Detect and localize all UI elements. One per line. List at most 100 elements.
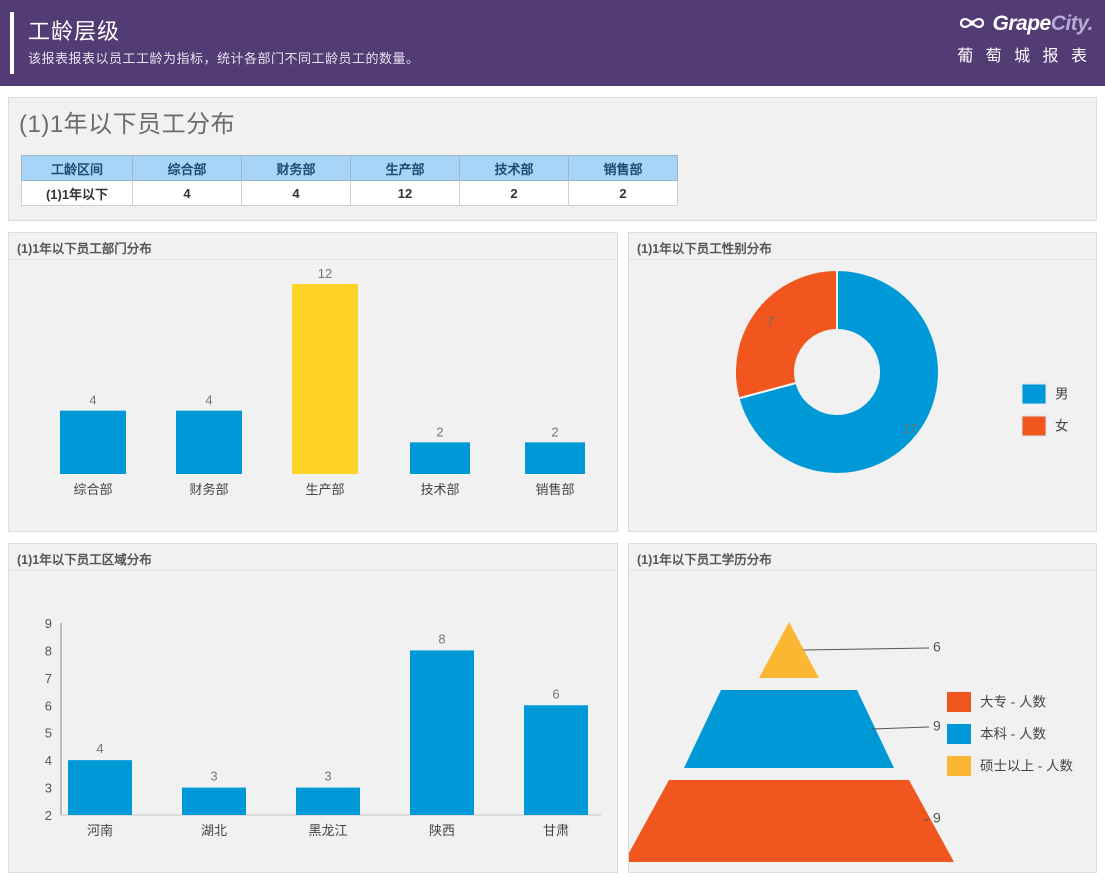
category-label: 综合部 xyxy=(73,482,112,497)
table-cell: 2 xyxy=(568,180,678,206)
bar[interactable] xyxy=(176,410,242,474)
gender-chart-panel: (1)1年以下员工性别分布 17 7 男女 xyxy=(628,232,1097,532)
region-bar-chart[interactable]: 9 8 7 6 5 4 3 2 4 河南 3 湖北 3 黑龙江 8 陕西 6 甘肃 xyxy=(9,570,617,872)
bar-value-label: 12 xyxy=(318,266,332,281)
page-title: 工龄层级 xyxy=(28,19,121,44)
legend-label: 硕士以上 - 人数 xyxy=(980,759,1073,774)
region-chart-header: (1)1年以下员工区域分布 xyxy=(9,544,617,571)
dept-chart-body: 4 综合部 4 财务部 12 生产部 2 技术部 2 销售部 xyxy=(9,259,617,531)
edu-chart-panel: (1)1年以下员工学历分布 6 9 9 大专 - 人数 本科 - 人数硕士以上 - 人数 xyxy=(628,543,1097,873)
table-cell: (1)1年以下 xyxy=(21,180,133,206)
table-header-cell: 财务部 xyxy=(241,155,351,181)
brand-logo-row: GrapeCity. xyxy=(863,10,1094,36)
gender-chart-header: (1)1年以下员工性别分布 xyxy=(629,233,1096,260)
pyramid-segment[interactable] xyxy=(684,690,894,768)
table-header-cell: 综合部 xyxy=(132,155,242,181)
legend-swatch[interactable] xyxy=(947,724,971,744)
y-axis-tick-label: 6 xyxy=(45,698,52,713)
y-axis-tick-label: 3 xyxy=(45,781,52,796)
category-label: 甘肃 xyxy=(543,823,569,838)
summary-table: 工龄区间 综合部 财务部 生产部 技术部 销售部 (1)1年以下 4 4 12 … xyxy=(21,155,678,206)
callout-value-label: 9 xyxy=(933,718,941,734)
bar[interactable] xyxy=(410,650,474,815)
brand-city-text: City xyxy=(1050,11,1088,35)
education-pyramid-chart[interactable]: 6 9 9 大专 - 人数本科 - 人数硕士以上 - 人数 xyxy=(629,570,1096,872)
donut-slice[interactable] xyxy=(734,268,838,400)
brand-dot-text: . xyxy=(1087,11,1094,35)
legend-swatch[interactable] xyxy=(1021,415,1047,437)
slice-value-label: 17 xyxy=(903,421,917,436)
region-chart-title: (1)1年以下员工区域分布 xyxy=(17,553,152,567)
callout-value-label: 9 xyxy=(933,810,941,826)
bar[interactable] xyxy=(296,787,360,815)
y-axis-tick-label: 8 xyxy=(45,643,52,658)
bar-value-label: 3 xyxy=(324,769,331,784)
table-header-cell: 销售部 xyxy=(568,155,678,181)
bar[interactable] xyxy=(68,760,132,815)
legend-label: 本科 - 人数 xyxy=(980,727,1046,742)
page-subtitle: 该报表报表以员工工龄为指标，统计各部门不同工龄员工的数量。 xyxy=(28,51,420,66)
header-accent-bar xyxy=(10,12,14,74)
bar[interactable] xyxy=(182,787,246,815)
edu-chart-title: (1)1年以下员工学历分布 xyxy=(637,553,772,567)
y-axis-tick-label: 5 xyxy=(45,726,52,741)
dept-chart-title: (1)1年以下员工部门分布 xyxy=(17,242,152,256)
category-label: 销售部 xyxy=(535,482,574,497)
bar[interactable] xyxy=(525,442,585,474)
y-axis-tick-label: 7 xyxy=(45,671,52,686)
table-cell: 4 xyxy=(132,180,242,206)
bar[interactable] xyxy=(292,284,358,474)
bar-value-label: 2 xyxy=(436,424,443,439)
table-row: (1)1年以下 4 4 12 2 2 xyxy=(21,180,678,206)
callout-leader-line xyxy=(871,726,930,730)
legend-swatch[interactable] xyxy=(947,692,971,712)
y-axis-tick-label: 9 xyxy=(45,616,52,631)
region-chart-body: 9 8 7 6 5 4 3 2 4 河南 3 湖北 3 黑龙江 8 陕西 6 甘肃 xyxy=(9,570,617,872)
legend-swatch[interactable] xyxy=(1021,383,1047,405)
table-header-cell: 技术部 xyxy=(459,155,569,181)
bar-value-label: 6 xyxy=(552,686,559,701)
callout-leader-line xyxy=(803,647,930,651)
bar[interactable] xyxy=(60,410,126,474)
dept-bar-chart[interactable]: 4 综合部 4 财务部 12 生产部 2 技术部 2 销售部 xyxy=(9,259,617,531)
y-axis-tick-label: 2 xyxy=(45,808,52,823)
bar-value-label: 4 xyxy=(96,741,103,756)
section-title: (1)1年以下员工分布 xyxy=(19,111,236,138)
category-label: 技术部 xyxy=(420,482,459,497)
callout-value-label: 6 xyxy=(933,639,941,655)
bar[interactable] xyxy=(524,705,588,815)
gender-donut-chart[interactable]: 17 7 男女 xyxy=(629,259,1096,531)
legend-label: 女 xyxy=(1055,418,1069,434)
bar-value-label: 4 xyxy=(89,393,96,408)
bar-value-label: 2 xyxy=(551,424,558,439)
legend-label: 男 xyxy=(1055,387,1069,402)
region-chart-panel: (1)1年以下员工区域分布 9 8 7 6 5 4 3 2 4 河南 3 湖北 3 黑龙江 8 陕西 6 甘肃 xyxy=(8,543,618,873)
table-header-row: 工龄区间 综合部 财务部 生产部 技术部 销售部 xyxy=(21,155,678,181)
table-header-cell: 生产部 xyxy=(350,155,460,181)
summary-panel: (1)1年以下员工分布 工龄区间 综合部 财务部 生产部 技术部 销售部 (1)… xyxy=(8,97,1097,221)
bar[interactable] xyxy=(410,442,470,474)
table-cell: 2 xyxy=(459,180,569,206)
category-label: 湖北 xyxy=(201,823,227,838)
table-cell: 4 xyxy=(241,180,351,206)
edu-chart-header: (1)1年以下员工学历分布 xyxy=(629,544,1096,571)
category-label: 生产部 xyxy=(305,482,344,497)
brand-block: GrapeCity. 葡 萄 城 报 表 xyxy=(863,10,1093,66)
table-header-cell: 工龄区间 xyxy=(21,155,133,181)
dept-chart-header: (1)1年以下员工部门分布 xyxy=(9,233,617,260)
gender-chart-title: (1)1年以下员工性别分布 xyxy=(637,242,772,256)
brand-wordmark: GrapeCity. xyxy=(993,11,1094,35)
legend-swatch[interactable] xyxy=(947,756,971,776)
pyramid-segment[interactable] xyxy=(629,780,954,862)
brand-chinese-name: 葡 萄 城 报 表 xyxy=(957,48,1091,65)
bar-value-label: 8 xyxy=(438,631,445,646)
y-axis-tick-label: 4 xyxy=(45,753,52,768)
category-label: 陕西 xyxy=(429,823,455,838)
legend-label: 大专 - 人数 xyxy=(980,695,1046,710)
category-label: 黑龙江 xyxy=(308,823,347,838)
bar-value-label: 4 xyxy=(205,393,212,408)
edu-chart-body: 6 9 9 大专 - 人数 本科 - 人数硕士以上 - 人数 xyxy=(629,570,1096,872)
slice-value-label: 7 xyxy=(767,314,774,329)
dept-chart-panel: (1)1年以下员工部门分布 4 综合部 4 财务部 12 生产部 2 技术部 2 销售部 xyxy=(8,232,618,532)
report-body: (1)1年以下员工分布 工龄区间 综合部 财务部 生产部 技术部 销售部 (1)… xyxy=(0,86,1105,887)
